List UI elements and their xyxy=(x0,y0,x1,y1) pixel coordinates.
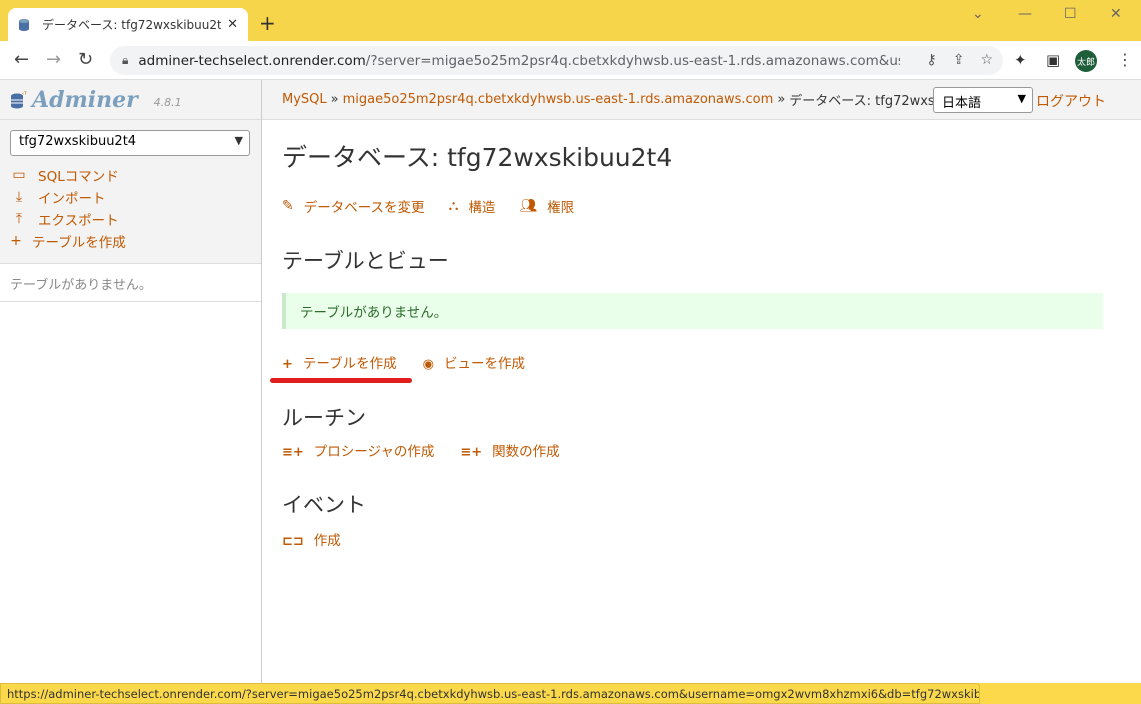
calendar-icon: ⊏⊐ xyxy=(282,534,304,549)
back-icon[interactable]: ← xyxy=(14,50,29,70)
lock-icon: 🔒︎ xyxy=(122,53,129,67)
list-plus-icon: ≡+ xyxy=(282,445,304,460)
create-procedure-button[interactable]: ≡+ プロシージャの作成 xyxy=(282,440,434,460)
eye-icon: ◉ xyxy=(422,357,434,372)
privileges-link[interactable]: 👥︎ 権限 xyxy=(519,196,574,216)
sidebar-no-tables: テーブルがありません。 xyxy=(0,264,261,302)
breadcrumb-driver[interactable]: MySQL xyxy=(282,92,327,107)
window-close-icon[interactable]: ✕ xyxy=(1110,6,1122,22)
create-table-button[interactable]: + テーブルを作成 xyxy=(282,352,397,372)
page: ‹? Adminer 4.8.1 tfg72wxskibuu2t4 ▼ ▭ SQ… xyxy=(0,80,1141,683)
reload-icon[interactable]: ↻ xyxy=(78,50,93,70)
adminer-logo[interactable]: Adminer xyxy=(32,87,138,113)
database-select[interactable]: tfg72wxskibuu2t4 ▼ xyxy=(10,130,250,156)
export-icon: ⤒ xyxy=(15,211,23,227)
sidebar-toggle-icon[interactable]: ▣ xyxy=(1046,51,1060,69)
event-actions: ⊏⊐ 作成 xyxy=(282,529,341,549)
plus-icon: + xyxy=(282,357,293,372)
status-bar: https://adminer-techselect.onrender.com/… xyxy=(0,683,980,704)
browser-tab[interactable]: データベース: tfg72wxskibuu2t4 - m ✕ xyxy=(8,8,248,41)
side-menu: tfg72wxskibuu2t4 ▼ ▭ SQLコマンド ⤓ インポート ⤒ エ… xyxy=(0,120,261,264)
new-tab-icon[interactable]: + xyxy=(259,13,276,33)
import-icon: ⤓ xyxy=(15,189,23,205)
sidebar: ‹? Adminer 4.8.1 tfg72wxskibuu2t4 ▼ ▭ SQ… xyxy=(0,80,262,683)
tables-heading: テーブルとビュー xyxy=(282,249,449,273)
close-icon[interactable]: ✕ xyxy=(227,17,238,32)
browser-toolbar: ← → ↻ 🔒︎ adminer-techselect.onrender.com… xyxy=(0,41,1141,80)
star-icon[interactable]: ☆ xyxy=(980,52,993,68)
list-plus-icon: ≡+ xyxy=(460,445,483,460)
address-bar[interactable]: 🔒︎ adminer-techselect.onrender.com/?serv… xyxy=(110,46,1003,75)
breadcrumb-server[interactable]: migae5o25m2psr4q.cbetxkdyhwsb.us-east-1.… xyxy=(343,92,774,107)
share-icon[interactable]: ⇪ xyxy=(953,52,965,68)
create-event-button[interactable]: ⊏⊐ 作成 xyxy=(282,529,341,549)
no-tables-message: テーブルがありません。 xyxy=(282,293,1103,329)
forward-icon[interactable]: → xyxy=(46,50,61,70)
chevron-down-icon[interactable]: ⌄ xyxy=(972,6,984,22)
avatar[interactable]: 太郎 xyxy=(1075,50,1097,72)
page-title: データベース: tfg72wxskibuu2t4 xyxy=(282,143,673,172)
version: 4.8.1 xyxy=(153,96,182,109)
red-underline-annotation xyxy=(270,378,412,383)
sitemap-icon: ⛬ xyxy=(448,198,459,214)
pencil-icon: ✎ xyxy=(282,198,294,214)
sql-command-link[interactable]: ▭ SQLコマンド xyxy=(10,164,251,186)
export-link[interactable]: ⤒ エクスポート xyxy=(10,208,251,230)
maximize-icon[interactable]: ☐ xyxy=(1064,6,1077,22)
browser-titlebar: データベース: tfg72wxskibuu2t4 - m ✕ + ⌄ — ☐ ✕ xyxy=(0,0,1141,41)
url-text: adminer-techselect.onrender.com/?server=… xyxy=(138,52,900,69)
minimize-icon[interactable]: — xyxy=(1018,6,1032,22)
table-actions: + テーブルを作成 ◉ ビューを作成 xyxy=(282,352,525,372)
extensions-icon[interactable]: ✦ xyxy=(1014,51,1027,69)
routines-heading: ルーチン xyxy=(282,406,366,430)
structure-link[interactable]: ⛬ 構造 xyxy=(449,196,496,216)
logout-button[interactable]: ログアウト xyxy=(1036,91,1106,111)
menu-icon[interactable]: ⋮ xyxy=(1117,50,1133,69)
create-view-button[interactable]: ◉ ビューを作成 xyxy=(423,352,525,372)
database-icon xyxy=(18,18,32,32)
tab-title: データベース: tfg72wxskibuu2t4 - m xyxy=(42,18,222,32)
language-select[interactable]: 日本語 ▼ xyxy=(933,87,1033,113)
create-function-button[interactable]: ≡+ 関数の作成 xyxy=(460,440,559,460)
logo-bar: ‹? Adminer 4.8.1 xyxy=(0,80,261,120)
plus-icon: + xyxy=(10,233,22,249)
svg-text:‹?: ‹? xyxy=(22,91,27,97)
events-heading: イベント xyxy=(282,493,366,517)
users-icon: 👥︎ xyxy=(519,198,538,214)
key-icon[interactable]: ⚷ xyxy=(926,52,936,68)
sql-icon: ▭ xyxy=(12,167,26,183)
routine-actions: ≡+ プロシージャの作成 ≡+ 関数の作成 xyxy=(282,440,560,460)
chevron-down-icon: ▼ xyxy=(234,134,243,147)
chevron-down-icon: ▼ xyxy=(1017,92,1026,105)
create-table-link[interactable]: + テーブルを作成 xyxy=(10,230,251,252)
alter-database-link[interactable]: ✎ データベースを変更 xyxy=(282,196,425,216)
import-link[interactable]: ⤓ インポート xyxy=(10,186,251,208)
adminer-logo-icon[interactable]: ‹? xyxy=(10,90,28,110)
database-actions: ✎ データベースを変更 ⛬ 構造 👥︎ 権限 xyxy=(282,196,574,216)
